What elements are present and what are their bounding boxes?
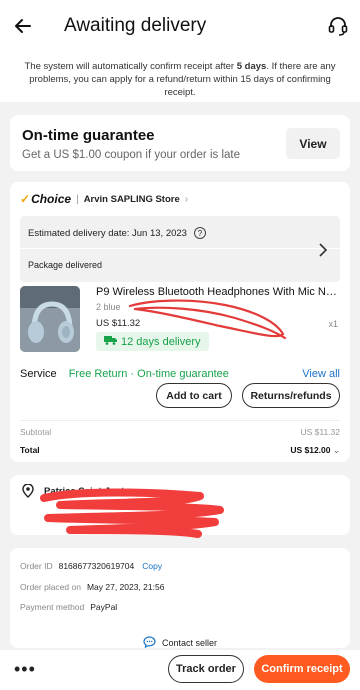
top-bar: Awaiting delivery [0, 0, 360, 52]
contact-seller-button[interactable]: Contact seller [10, 636, 350, 650]
order-id-row: Order ID 8168677320619704 Copy [20, 561, 162, 571]
track-order-button[interactable]: Track order [168, 655, 244, 683]
delivery-days-badge: 12 days delivery [96, 332, 209, 351]
truck-icon [104, 335, 117, 348]
subtotal-label: Subtotal [20, 427, 52, 437]
divider [20, 420, 340, 421]
service-value: Free Return · On-time guarantee [68, 368, 229, 380]
delivery-days-text: 12 days delivery [121, 335, 201, 348]
add-to-cart-button[interactable]: Add to cart [156, 383, 232, 408]
choice-badge: ✓ Choice [20, 192, 71, 206]
order-placed-label: Order placed on [20, 582, 81, 592]
delivery-status-box[interactable]: Estimated delivery date: Jun 13, 2023 ? … [20, 216, 340, 282]
on-time-guarantee-card: On-time guarantee Get a US $1.00 coupon … [10, 115, 350, 171]
product-name: P9 Wireless Bluetooth Headphones With Mi… [96, 286, 342, 298]
order-id-value: 8168677320619704 [58, 561, 135, 571]
recipient-name: Patrice Saint-Juste [44, 486, 130, 497]
order-id-label: Order ID [20, 561, 53, 571]
bottom-action-bar: ••• Track order Confirm receipt [0, 650, 360, 690]
store-name: Arvin SAPLING Store [83, 193, 180, 205]
order-placed-value: May 27, 2023, 21:56 [86, 582, 165, 592]
chevron-right-icon [318, 242, 328, 263]
payment-method-row: Payment method PayPal [20, 602, 117, 612]
location-pin-icon [22, 483, 34, 503]
back-arrow-icon[interactable] [0, 0, 46, 52]
total-row[interactable]: Total US $12.00 ⌄ [20, 445, 340, 456]
view-guarantee-button[interactable]: View [286, 128, 340, 159]
auto-confirm-notice: The system will automatically confirm re… [0, 52, 360, 102]
product-image [20, 286, 80, 352]
total-value: US $12.00 [290, 445, 331, 455]
separator: | [76, 193, 79, 205]
page-title: Awaiting delivery [64, 15, 207, 36]
notice-days: 5 days [236, 61, 267, 72]
chevron-down-icon: ⌄ [332, 445, 340, 455]
contact-seller-label: Contact seller [161, 638, 218, 648]
chat-bubble-icon [143, 636, 156, 650]
estimated-delivery: Estimated delivery date: Jun 13, 2023 ? [28, 227, 206, 239]
payment-method-value: PayPal [90, 602, 118, 612]
shipping-address-card: Patrice Saint-Juste [10, 475, 350, 535]
order-actions: Add to cart Returns/refunds [156, 383, 340, 408]
product-price: US $11.32 [96, 318, 141, 329]
returns-refunds-button[interactable]: Returns/refunds [242, 383, 340, 408]
product-variant: 2 blue [96, 302, 121, 312]
total-value-wrap: US $12.00 ⌄ [290, 445, 340, 456]
customer-support-icon[interactable] [316, 0, 360, 52]
choice-check-icon: ✓ [20, 192, 31, 206]
subtotal-value: US $11.32 [300, 427, 340, 437]
copy-order-id-button[interactable]: Copy [142, 561, 162, 571]
choice-label: Choice [31, 192, 72, 206]
payment-method-label: Payment method [20, 602, 85, 612]
service-label: Service [20, 368, 57, 380]
estimated-delivery-text: Estimated delivery date: Jun 13, 2023 [28, 227, 187, 239]
notice-text: The system will automatically confirm re… [24, 61, 237, 72]
order-card: ✓ Choice | Arvin SAPLING Store › Estimate… [10, 182, 350, 462]
product-item[interactable]: P9 Wireless Bluetooth Headphones With Mi… [10, 286, 350, 356]
store-row[interactable]: ✓ Choice | Arvin SAPLING Store › [10, 182, 350, 216]
package-status: Package delivered [28, 260, 103, 270]
divider [20, 248, 340, 249]
question-icon[interactable]: ? [193, 227, 206, 239]
view-all-link[interactable]: View all [302, 368, 340, 380]
total-label: Total [20, 445, 40, 455]
product-quantity: x1 [328, 319, 338, 329]
more-options-icon[interactable]: ••• [14, 659, 36, 680]
chevron-right-icon: › [184, 193, 189, 205]
order-info-card: Order ID 8168677320619704 Copy Order place… [10, 548, 350, 650]
service-row: Service Free Return · On-time guarantee … [10, 364, 350, 384]
subtotal-row: Subtotal US $11.32 [20, 427, 340, 437]
order-placed-row: Order placed on May 27, 2023, 21:56 [20, 582, 164, 592]
confirm-receipt-button[interactable]: Confirm receipt [254, 655, 350, 683]
